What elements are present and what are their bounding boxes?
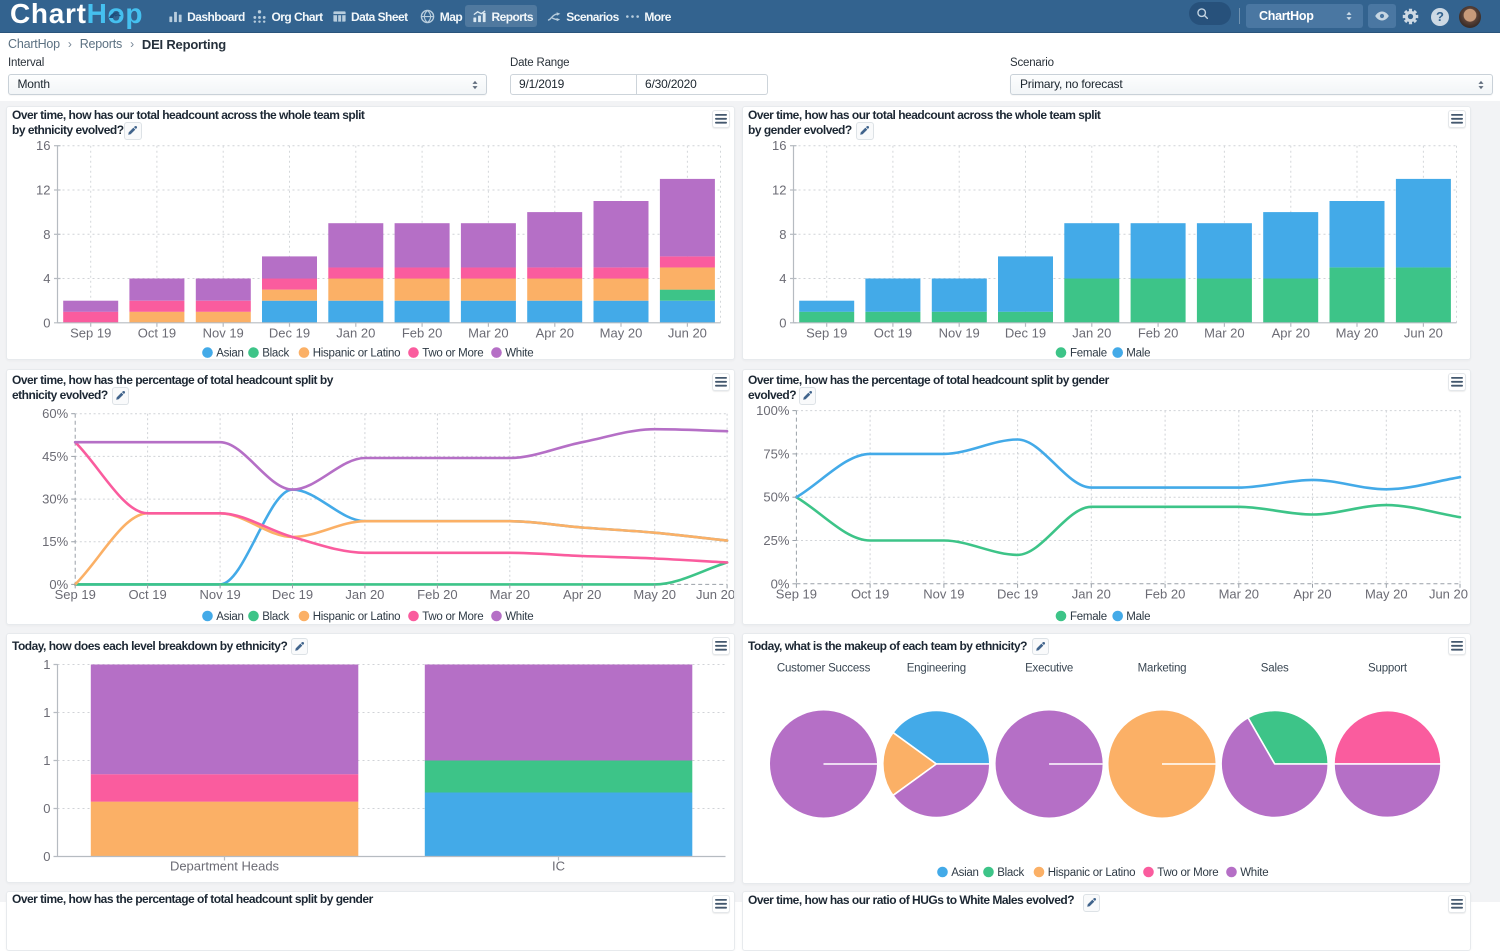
svg-text:60%: 60% <box>42 406 68 421</box>
svg-text:Executive: Executive <box>1025 663 1073 675</box>
svg-text:Jun 20: Jun 20 <box>1428 586 1467 601</box>
svg-text:May 20: May 20 <box>1335 325 1378 340</box>
svg-text:Mar 20: Mar 20 <box>1218 586 1258 601</box>
svg-text:Jun 20: Jun 20 <box>667 325 706 340</box>
svg-text:0: 0 <box>43 849 50 864</box>
svg-text:Apr 20: Apr 20 <box>563 586 601 601</box>
svg-text:Black: Black <box>262 348 289 360</box>
svg-text:1: 1 <box>43 705 50 720</box>
svg-text:Dec 19: Dec 19 <box>268 325 309 340</box>
svg-text:Black: Black <box>262 611 289 623</box>
svg-text:Sep 19: Sep 19 <box>775 586 816 601</box>
svg-text:Oct 19: Oct 19 <box>873 325 911 340</box>
svg-text:Department Heads: Department Heads <box>169 859 279 874</box>
svg-text:Jan 20: Jan 20 <box>345 586 384 601</box>
svg-text:0: 0 <box>43 315 50 330</box>
svg-text:Asian: Asian <box>951 867 979 879</box>
svg-text:0: 0 <box>779 315 786 330</box>
svg-text:Mar 20: Mar 20 <box>1204 325 1244 340</box>
svg-text:Jan 20: Jan 20 <box>1071 586 1110 601</box>
svg-text:Dec 19: Dec 19 <box>1004 325 1045 340</box>
svg-text:15%: 15% <box>42 534 68 549</box>
svg-text:Feb 20: Feb 20 <box>1144 586 1184 601</box>
svg-text:Dec 19: Dec 19 <box>271 586 312 601</box>
svg-text:Sep 19: Sep 19 <box>70 325 111 340</box>
svg-text:Nov 19: Nov 19 <box>923 586 964 601</box>
svg-text:75%: 75% <box>763 446 789 461</box>
svg-text:Nov 19: Nov 19 <box>938 325 979 340</box>
svg-text:Asian: Asian <box>216 611 244 623</box>
svg-text:8: 8 <box>779 227 786 242</box>
svg-text:Male: Male <box>1126 348 1150 360</box>
svg-text:Nov 19: Nov 19 <box>202 325 243 340</box>
svg-text:May 20: May 20 <box>1364 586 1407 601</box>
svg-text:0: 0 <box>43 801 50 816</box>
svg-text:Two or More: Two or More <box>422 348 483 360</box>
svg-text:Hispanic or Latino: Hispanic or Latino <box>312 611 400 623</box>
svg-text:4: 4 <box>779 271 786 286</box>
svg-text:Nov 19: Nov 19 <box>199 586 240 601</box>
svg-text:Apr 20: Apr 20 <box>1293 586 1331 601</box>
svg-text:25%: 25% <box>763 533 789 548</box>
svg-text:Jun 20: Jun 20 <box>1403 325 1442 340</box>
svg-text:White: White <box>505 348 533 360</box>
svg-text:Sep 19: Sep 19 <box>806 325 847 340</box>
svg-text:Feb 20: Feb 20 <box>401 325 441 340</box>
svg-text:Dec 19: Dec 19 <box>996 586 1037 601</box>
svg-text:Female: Female <box>1070 611 1107 623</box>
svg-text:Female: Female <box>1070 348 1107 360</box>
svg-text:Oct 19: Oct 19 <box>137 325 175 340</box>
svg-text:Sep 19: Sep 19 <box>54 586 95 601</box>
svg-text:Engineering: Engineering <box>906 663 965 675</box>
svg-text:Black: Black <box>997 867 1024 879</box>
svg-text:Apr 20: Apr 20 <box>1271 325 1309 340</box>
svg-text:Two or More: Two or More <box>422 611 483 623</box>
svg-text:Oct 19: Oct 19 <box>850 586 888 601</box>
svg-text:Jun 20: Jun 20 <box>696 586 735 601</box>
svg-text:16: 16 <box>772 138 786 153</box>
svg-text:Hispanic or Latino: Hispanic or Latino <box>1047 867 1135 879</box>
svg-text:50%: 50% <box>763 489 789 504</box>
svg-text:Mar 20: Mar 20 <box>468 325 508 340</box>
svg-text:1: 1 <box>43 753 50 768</box>
svg-text:IC: IC <box>552 859 565 874</box>
svg-text:Sales: Sales <box>1260 663 1288 675</box>
svg-text:Feb 20: Feb 20 <box>417 586 457 601</box>
svg-text:Hispanic or Latino: Hispanic or Latino <box>312 348 400 360</box>
svg-text:30%: 30% <box>42 491 68 506</box>
svg-text:May 20: May 20 <box>633 586 676 601</box>
svg-text:12: 12 <box>772 183 786 198</box>
svg-text:1: 1 <box>43 657 50 672</box>
svg-text:Marketing: Marketing <box>1137 663 1186 675</box>
svg-text:Male: Male <box>1126 611 1150 623</box>
svg-text:Customer Success: Customer Success <box>776 663 870 675</box>
svg-text:100%: 100% <box>756 403 790 418</box>
svg-text:16: 16 <box>36 138 50 153</box>
svg-text:12: 12 <box>36 183 50 198</box>
svg-text:Jan 20: Jan 20 <box>336 325 375 340</box>
svg-text:4: 4 <box>43 271 50 286</box>
svg-text:Apr 20: Apr 20 <box>535 325 573 340</box>
svg-text:Jan 20: Jan 20 <box>1072 325 1111 340</box>
svg-text:Oct 19: Oct 19 <box>128 586 166 601</box>
svg-text:Feb 20: Feb 20 <box>1137 325 1177 340</box>
svg-text:May 20: May 20 <box>599 325 642 340</box>
svg-text:8: 8 <box>43 227 50 242</box>
svg-text:White: White <box>505 611 533 623</box>
svg-text:White: White <box>1240 867 1268 879</box>
svg-text:Two or More: Two or More <box>1157 867 1218 879</box>
svg-text:Mar 20: Mar 20 <box>489 586 529 601</box>
svg-text:45%: 45% <box>42 448 68 463</box>
svg-text:Asian: Asian <box>216 348 244 360</box>
svg-text:Support: Support <box>1368 663 1408 675</box>
